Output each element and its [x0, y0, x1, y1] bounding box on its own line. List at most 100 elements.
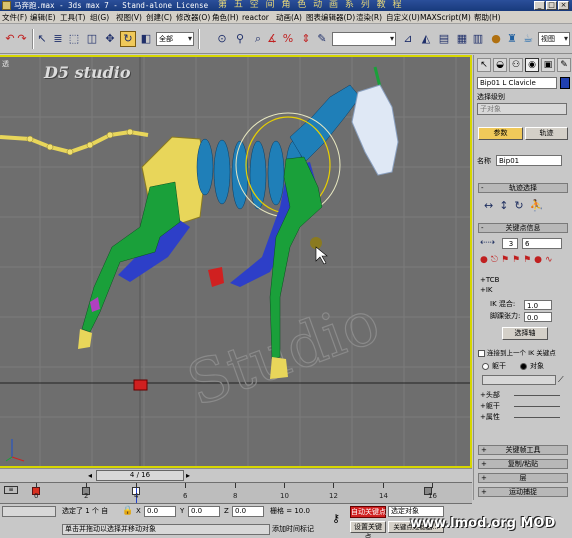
key-mode-icon[interactable]: ⚷	[332, 512, 340, 525]
lock-selection-icon[interactable]: 🔒	[122, 506, 133, 516]
copy-paste-rollout[interactable]: + 复制/粘贴	[478, 459, 568, 469]
add-time-tag[interactable]: 添加时间标记	[272, 525, 314, 534]
prev-frame-icon[interactable]: ◂	[88, 471, 92, 480]
select-object-icon[interactable]: ↖	[34, 31, 50, 47]
next-frame-icon[interactable]: ▸	[186, 471, 190, 480]
spine-vertebra[interactable]	[267, 140, 285, 206]
use-pivot-center-icon[interactable]: ⊙	[214, 31, 230, 47]
time-slider[interactable]: 4 / 16	[96, 470, 184, 481]
object-name-field[interactable]: Bip01 L Clavicle	[477, 77, 557, 89]
named-selection-dropdown[interactable]	[332, 32, 396, 46]
front-hoof-left[interactable]	[208, 267, 224, 287]
tail-joint[interactable]	[106, 131, 114, 139]
menu-character[interactable]: 角色(H)	[212, 12, 239, 23]
tail-joint[interactable]	[26, 135, 34, 143]
selection-level-dropdown[interactable]: 子对象	[477, 103, 567, 115]
modify-tab-icon[interactable]: ◒	[493, 58, 507, 72]
angle-snap-icon[interactable]: ∡	[264, 31, 280, 47]
selection-region-icon[interactable]: ⬚	[66, 31, 82, 47]
x-coordinate-field[interactable]: 0.0	[144, 506, 176, 517]
maxscript-listener[interactable]	[2, 506, 56, 517]
select-and-rotate-icon[interactable]: ↻	[120, 31, 136, 47]
minimize-button[interactable]: _	[534, 1, 545, 10]
select-and-manipulate-icon[interactable]: ⚲	[232, 31, 248, 47]
front-hoof[interactable]	[270, 357, 288, 379]
menu-group[interactable]: 组(G)	[90, 12, 109, 23]
track-selection-rollout[interactable]: - 轨迹选择	[478, 183, 568, 193]
keyframing-tools-rollout[interactable]: + 关键帧工具	[478, 445, 568, 455]
props-label[interactable]: +属性	[480, 413, 500, 422]
params-tab-button[interactable]: 参数	[478, 127, 523, 140]
render-scene-icon[interactable]: ♜	[504, 31, 520, 47]
menu-views[interactable]: 视图(V)	[116, 12, 142, 23]
align-icon[interactable]: ◭	[418, 31, 434, 47]
motion-capture-rollout[interactable]: + 运动捕捉	[478, 487, 568, 497]
key-value-field[interactable]: 6	[522, 238, 562, 249]
layers-rollout[interactable]: + 层	[478, 473, 568, 483]
z-coordinate-field[interactable]: 0.0	[232, 506, 264, 517]
close-button[interactable]: ×	[558, 1, 569, 10]
select-by-name-icon[interactable]: ≣	[50, 31, 66, 47]
display-tab-icon[interactable]: ▣	[541, 58, 555, 72]
menu-customize[interactable]: 自定义(U)	[386, 12, 420, 23]
key-info-rollout[interactable]: - 关键点信息	[478, 223, 568, 233]
key-type-buttons[interactable]: ●⎋⚑⚑⚑●∿	[480, 255, 556, 265]
head-bone[interactable]	[351, 84, 399, 176]
menu-graph-editors[interactable]: 图表编辑器(D)	[306, 12, 355, 23]
ik-label[interactable]: +IK	[480, 286, 493, 295]
menu-help[interactable]: 帮助(H)	[474, 12, 501, 23]
selection-filter-dropdown[interactable]: 全部	[156, 32, 194, 46]
pick-icon[interactable]: ⟋	[558, 375, 564, 385]
tail-joint[interactable]	[46, 143, 54, 151]
layer-manager-icon[interactable]: ▤	[436, 31, 452, 47]
redo-icon[interactable]: ↷	[14, 31, 30, 47]
pick-object-field[interactable]	[482, 375, 556, 385]
body-radio[interactable]	[482, 363, 489, 370]
mirror-icon[interactable]: ⊿	[400, 31, 416, 47]
tcb-label[interactable]: +TCB	[480, 276, 499, 285]
select-and-move-icon[interactable]: ✥	[102, 31, 118, 47]
mini-curve-editor-icon[interactable]: ≡	[4, 486, 18, 494]
ik-blend-field[interactable]: 1.0	[524, 300, 552, 310]
menu-modifiers[interactable]: 修改器(O)	[176, 12, 210, 23]
join-ik-checkbox[interactable]	[478, 350, 485, 357]
auto-key-button[interactable]: 自动关键点	[350, 506, 386, 518]
key-number-field[interactable]: 3	[502, 238, 518, 249]
material-editor-icon[interactable]: ●	[488, 31, 504, 47]
set-key-button[interactable]: 设置关键点	[350, 521, 386, 538]
percent-snap-icon[interactable]: %	[280, 31, 296, 47]
track-selection-buttons[interactable]: ↔↕↻⛹	[484, 199, 549, 212]
name-field[interactable]: Bip01	[496, 155, 562, 166]
menu-create[interactable]: 创建(C)	[146, 12, 172, 23]
tail-joint[interactable]	[86, 141, 94, 149]
create-tab-icon[interactable]: ↖	[477, 58, 491, 72]
tail-joint[interactable]	[66, 148, 74, 156]
perspective-viewport[interactable]: Studio 透 D5 studio	[0, 55, 472, 468]
menu-edit[interactable]: 编辑(E)	[30, 12, 56, 23]
prev-next-key-icon[interactable]: ⇠⇢	[480, 238, 495, 248]
head-label[interactable]: +头部	[480, 391, 500, 400]
object-radio[interactable]	[520, 363, 527, 370]
track-tab-button[interactable]: 轨迹	[525, 127, 568, 140]
menu-reactor[interactable]: reactor	[242, 12, 269, 23]
render-type-dropdown[interactable]: 视图	[538, 32, 570, 46]
select-and-scale-icon[interactable]: ◧	[138, 31, 154, 47]
named-selection-icon[interactable]: ✎	[314, 31, 330, 47]
ankle-tension-field[interactable]: 0.0	[524, 312, 552, 322]
tail-joint[interactable]	[126, 128, 134, 136]
viewport-label[interactable]: 透	[2, 59, 9, 69]
spine-vertebra[interactable]	[213, 139, 231, 205]
torso-label[interactable]: +躯干	[480, 402, 500, 411]
menu-rendering[interactable]: 渲染(R)	[356, 12, 382, 23]
quick-render-icon[interactable]: ☕	[520, 31, 536, 47]
menu-file[interactable]: 文件(F)	[2, 12, 27, 23]
spine-vertebra[interactable]	[231, 140, 249, 210]
menu-animation[interactable]: 动画(A)	[276, 12, 302, 23]
spine-vertebra[interactable]	[196, 138, 214, 196]
motion-tab-icon[interactable]: ◉	[525, 58, 539, 72]
y-coordinate-field[interactable]: 0.0	[188, 506, 220, 517]
schematic-view-icon[interactable]: ▥	[470, 31, 486, 47]
menu-tools[interactable]: 工具(T)	[60, 12, 85, 23]
spinner-snap-icon[interactable]: ⇕	[298, 31, 314, 47]
tail-bones[interactable]	[0, 129, 149, 155]
